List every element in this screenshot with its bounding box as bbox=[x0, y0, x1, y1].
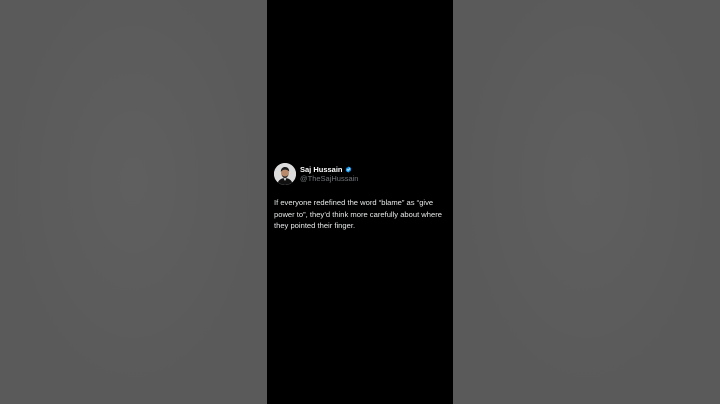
profile-photo-icon bbox=[274, 163, 296, 185]
left-blurred-background bbox=[0, 0, 267, 404]
video-frame: Saj Hussain @TheSajHussain If everyone r… bbox=[267, 0, 453, 404]
author-display-name[interactable]: Saj Hussain bbox=[300, 165, 343, 174]
tweet-author: Saj Hussain @TheSajHussain bbox=[274, 163, 452, 185]
avatar bbox=[274, 163, 296, 185]
tweet-card: Saj Hussain @TheSajHussain If everyone r… bbox=[274, 163, 452, 232]
author-handle[interactable]: @TheSajHussain bbox=[300, 174, 358, 183]
tweet-text: If everyone redefined the word “blame” a… bbox=[274, 198, 442, 230]
verified-badge-icon bbox=[345, 166, 351, 173]
right-blurred-background bbox=[453, 0, 720, 404]
